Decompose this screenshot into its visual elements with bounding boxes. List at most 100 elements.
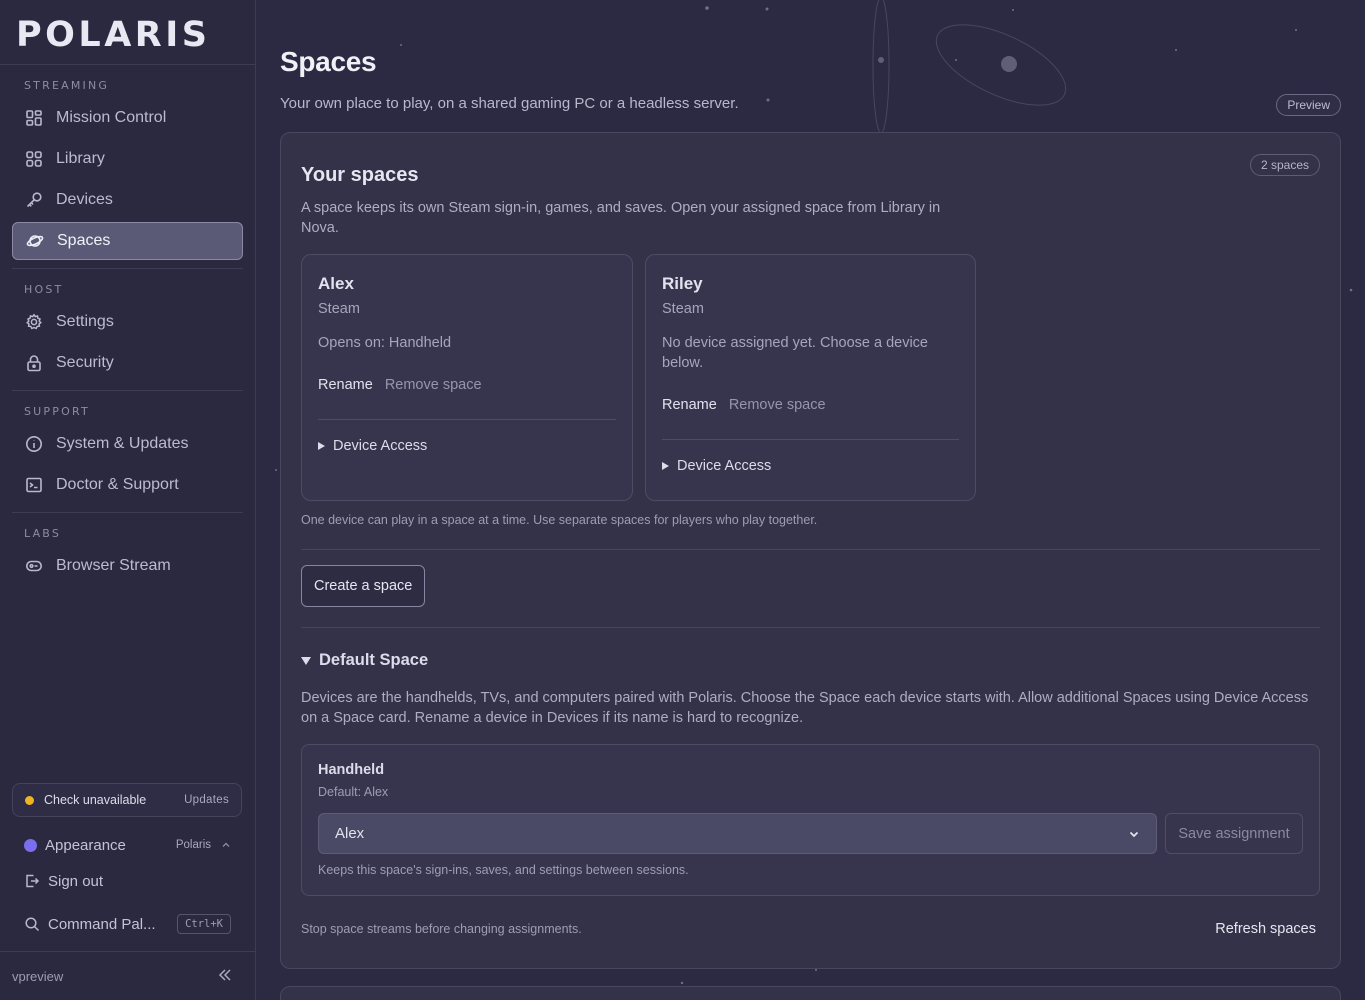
sidebar-item-mission-control[interactable]: Mission Control <box>12 99 243 137</box>
update-check-label: Check unavailable <box>44 793 147 807</box>
nav-heading: LABS <box>24 527 62 540</box>
sidebar-item-security[interactable]: Security <box>12 344 243 382</box>
sidebar-item-devices[interactable]: Devices <box>12 181 243 219</box>
create-space-button[interactable]: Create a space <box>301 565 426 607</box>
remove-space-button[interactable]: Remove space <box>385 377 482 393</box>
disclosure-triangle-open-icon <box>301 656 311 665</box>
rename-button[interactable]: Rename <box>662 397 717 413</box>
collapse-sidebar-button[interactable] <box>217 968 233 985</box>
sidebar-item-label: Library <box>56 150 105 167</box>
version-label: vpreview <box>12 968 64 984</box>
divider <box>301 549 1320 550</box>
stop-streams-note: Stop space streams before changing assig… <box>301 922 582 936</box>
device-access-label: Device Access <box>333 438 428 454</box>
device-default-label: Default: Alex <box>318 785 389 799</box>
space-status: No device assigned yet. Choose a device … <box>662 335 928 371</box>
sidebar-item-label: Security <box>56 354 114 371</box>
sidebar-item-doctor-support[interactable]: Doctor & Support <box>12 466 243 504</box>
default-space-heading: Default Space <box>319 651 429 669</box>
nav-section-support: SUPPORT System & Updates Doctor & Suppor… <box>0 391 255 504</box>
grid-icon <box>24 149 44 169</box>
sidebar: POLARIS STREAMING Mission Control Librar… <box>0 0 256 1000</box>
sidebar-item-browser-stream[interactable]: Browser Stream <box>12 547 243 585</box>
preview-badge: Preview <box>1276 94 1341 116</box>
save-assignment-button[interactable]: Save assignment <box>1165 813 1303 854</box>
sidebar-item-label: Devices <box>56 191 113 208</box>
theme-selector[interactable]: Polaris <box>176 839 231 851</box>
disclosure-triangle-icon <box>318 442 325 450</box>
device-help-text: Keeps this space's sign-ins, saves, and … <box>318 863 689 877</box>
sidebar-item-settings[interactable]: Settings <box>12 303 243 341</box>
remove-space-button[interactable]: Remove space <box>729 397 826 413</box>
nav-section-labs: LABS Browser Stream <box>0 513 255 585</box>
update-check-pill[interactable]: Check unavailable Updates <box>12 783 242 817</box>
space-name: Riley <box>662 274 703 293</box>
appearance-toggle[interactable]: Appearance Polaris <box>0 827 255 863</box>
space-select[interactable]: Alex <box>318 813 1157 854</box>
sidebar-item-label: Browser Stream <box>56 557 171 574</box>
selected-space: Alex <box>335 825 365 842</box>
space-card-alex: Alex Steam Opens on: Handheld Rename Rem… <box>301 254 633 501</box>
polaris-logo-icon: POLARIS <box>16 16 210 50</box>
sign-out-icon <box>24 873 42 889</box>
terminal-icon <box>24 475 44 495</box>
sidebar-footer: vpreview <box>0 951 255 1000</box>
space-card-riley: Riley Steam No device assigned yet. Choo… <box>645 254 976 501</box>
appearance-label: Appearance <box>45 836 126 854</box>
disclosure-triangle-icon <box>662 462 669 470</box>
divider <box>318 419 616 420</box>
card-description: A space keeps its own Steam sign-in, gam… <box>301 200 941 236</box>
card-title: Your spaces <box>301 164 419 186</box>
nav-section-host: HOST Settings Security <box>0 269 255 382</box>
device-access-toggle[interactable]: Device Access <box>662 458 771 474</box>
sign-out-label: Sign out <box>48 872 104 890</box>
gear-icon <box>24 312 44 332</box>
sidebar-item-label: Settings <box>56 313 114 330</box>
space-actions: Rename Remove space <box>318 377 482 393</box>
sidebar-item-library[interactable]: Library <box>12 140 243 178</box>
default-space-toggle[interactable]: Default Space <box>301 651 428 670</box>
chevron-up-icon <box>222 842 230 847</box>
appearance-swatch <box>24 838 37 852</box>
chevron-down-icon <box>1129 831 1139 837</box>
sidebar-item-label: Doctor & Support <box>56 476 179 493</box>
nav-section-streaming: STREAMING Mission Control Library Device… <box>0 65 255 260</box>
space-actions: Rename Remove space <box>662 397 826 413</box>
divider <box>301 627 1320 628</box>
device-name: Handheld <box>318 762 385 778</box>
spaces-count-badge: 2 spaces <box>1249 154 1320 176</box>
rename-button[interactable]: Rename <box>318 377 373 393</box>
device-assignment-panel: Handheld Default: Alex Alex Save assignm… <box>301 744 1320 896</box>
double-chevron-left-icon <box>218 968 231 981</box>
your-spaces-card: Your spaces 2 spaces A space keeps its o… <box>280 132 1341 969</box>
divider <box>662 439 959 440</box>
nav-heading: STREAMING <box>24 79 110 92</box>
status-dot <box>25 795 34 805</box>
command-palette-label: Command Pal... <box>48 915 156 933</box>
sidebar-item-label: Mission Control <box>56 109 167 126</box>
space-name: Alex <box>318 274 354 293</box>
space-status: Opens on: Handheld <box>318 335 452 351</box>
brand-logo[interactable]: POLARIS <box>0 0 255 65</box>
planet-icon <box>25 231 45 251</box>
svg-text:POLARIS: POLARIS <box>16 16 210 50</box>
space-provider: Steam <box>318 301 360 317</box>
sidebar-item-label: Spaces <box>57 232 111 249</box>
device-access-toggle[interactable]: Device Access <box>318 438 427 454</box>
refresh-spaces-button[interactable]: Refresh spaces <box>1215 921 1316 937</box>
nav-heading: HOST <box>24 283 64 296</box>
theme-name: Polaris <box>175 839 211 851</box>
sign-out-button[interactable]: Sign out <box>0 863 255 899</box>
command-palette-button[interactable]: Command Pal... Ctrl+K <box>0 906 255 942</box>
sidebar-item-spaces[interactable]: Spaces <box>12 222 243 260</box>
space-provider: Steam <box>662 301 704 317</box>
page-subtitle: Your own place to play, on a shared gami… <box>280 95 739 112</box>
page-title: Spaces <box>280 46 377 77</box>
search-icon <box>24 916 42 932</box>
dashboard-icon <box>24 108 44 128</box>
nav-heading: SUPPORT <box>24 405 90 418</box>
updates-link[interactable]: Updates <box>184 794 229 806</box>
sidebar-item-label: System & Updates <box>56 435 189 452</box>
sidebar-item-system-updates[interactable]: System & Updates <box>12 425 243 463</box>
stream-icon <box>24 556 44 576</box>
